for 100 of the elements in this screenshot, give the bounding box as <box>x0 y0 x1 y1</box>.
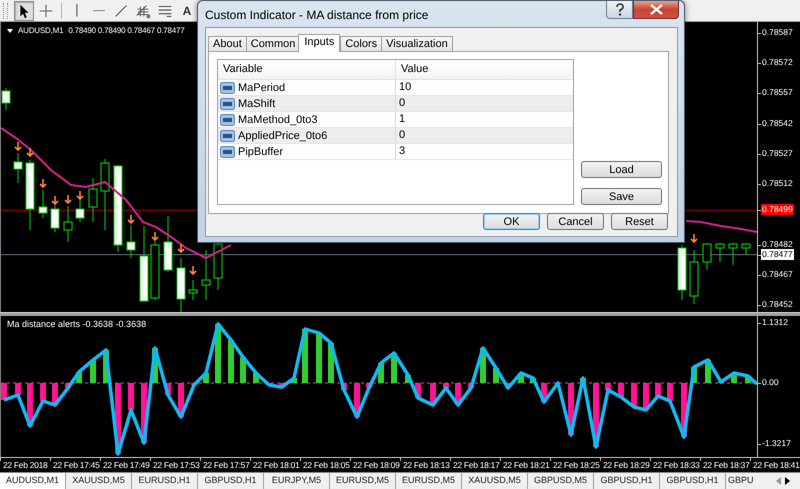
candlestick <box>100 158 110 230</box>
side-button[interactable]: Load <box>581 161 662 178</box>
price-label: 0.78467 <box>761 268 794 280</box>
candlestick <box>202 250 210 300</box>
symbol-tab[interactable]: EURJPY,M5 <box>264 473 330 489</box>
variable-name: PipBuffer <box>238 146 284 158</box>
close-button[interactable] <box>633 1 679 19</box>
symbol-tab[interactable]: EURUSD,M5 <box>330 473 396 489</box>
integer-type-icon <box>220 98 235 110</box>
ask-price-tag: 0.78499 <box>761 204 794 216</box>
bid-price-tag: 0.78477 <box>761 248 794 260</box>
toolbar-grip[interactable] <box>3 2 8 18</box>
candlestick <box>26 160 34 230</box>
down-arrow-icon <box>64 194 72 204</box>
dialog-button[interactable]: Reset <box>611 213 668 230</box>
candlestick <box>2 88 10 110</box>
time-label: 22 Feb 18:41 <box>753 460 800 470</box>
column-header[interactable]: Value <box>396 60 573 79</box>
dialog-button[interactable]: Cancel <box>547 213 604 230</box>
price-label: 0.78587 <box>761 27 794 38</box>
time-label: 22 Feb 18:09 <box>353 460 400 470</box>
variable-name: AppliedPrice_0to6 <box>238 130 328 142</box>
price-label: 0.78557 <box>761 87 794 98</box>
variable-value[interactable]: 0 <box>396 96 573 111</box>
dialog-tab[interactable]: Visualization <box>381 36 453 51</box>
symbol-tab[interactable]: EURUSD,M5 <box>396 473 462 489</box>
time-label: 22 Feb 18:21 <box>503 460 550 470</box>
indicator-axis-label: -1.3217 <box>762 438 791 449</box>
close-icon <box>650 4 662 15</box>
dialog-tab[interactable]: Common <box>246 36 300 51</box>
dialog-tab[interactable]: Colors <box>340 36 382 51</box>
indicator-title: Ma distance alerts -0.3638 -0.3638 <box>7 319 146 329</box>
ohlc-values: 0.78490 0.78490 0.78467 0.78477 <box>68 26 184 35</box>
cursor-tool-button[interactable] <box>14 0 34 20</box>
symbol-tab[interactable]: GBPUSD,M5 <box>528 473 594 489</box>
down-arrow-icon <box>189 265 197 276</box>
candlestick <box>188 280 198 300</box>
variable-name: MaMethod_0to3 <box>238 114 318 126</box>
integer-type-icon <box>220 114 235 126</box>
symbol-tab[interactable]: AUDUSD,M1 <box>0 473 66 489</box>
time-label: 22 Feb 18:29 <box>603 460 650 470</box>
column-header[interactable]: Variable <box>218 60 396 79</box>
symbol-tab[interactable]: GBPUSD,H1 <box>660 473 726 489</box>
price-label: 0.78542 <box>761 118 794 129</box>
candlestick <box>14 152 22 184</box>
time-label: 22 Feb 17:45 <box>53 460 100 470</box>
down-arrow-icon <box>26 147 34 158</box>
time-label: 22 Feb 17:53 <box>153 460 200 470</box>
help-icon <box>614 3 624 16</box>
candlestick <box>728 242 738 266</box>
indicator-axis-label: 0.00 <box>762 377 779 388</box>
down-arrow-icon <box>127 214 135 224</box>
indicator-axis-label: 1.1312 <box>762 317 788 328</box>
variable-value[interactable]: 1 <box>396 112 573 127</box>
candlestick <box>64 206 72 242</box>
symbol-tab[interactable]: GBPUSD,H1 <box>594 473 660 489</box>
symbol-tab[interactable]: XAUUSD,M5 <box>66 473 132 489</box>
symbol-tab[interactable]: GBPU <box>726 473 756 489</box>
dialog-title: Custom Indicator - MA distance from price <box>205 8 430 22</box>
down-arrow-icon <box>39 178 47 188</box>
time-label: 22 Feb 2018 <box>3 460 48 470</box>
symbol-tab[interactable]: EURUSD,H1 <box>132 473 198 489</box>
scroll-right-icon[interactable] <box>785 477 790 485</box>
candlestick <box>678 244 686 300</box>
time-label: 22 Feb 17:49 <box>103 460 150 470</box>
price-label: 0.78572 <box>761 57 794 68</box>
crosshair-icon <box>37 2 55 20</box>
time-label: 22 Feb 18:01 <box>253 460 300 470</box>
dropdown-triangle-icon[interactable] <box>7 28 13 32</box>
candlestick <box>214 242 222 290</box>
dialog-tab[interactable]: About <box>208 36 247 51</box>
dialog-button[interactable]: OK <box>483 213 540 230</box>
price-label: 0.78512 <box>761 178 794 190</box>
chart-symbol: AUDUSD,M1 <box>18 26 64 35</box>
price-label: 0.78527 <box>761 148 794 159</box>
candlestick <box>50 204 60 232</box>
integer-type-icon <box>220 130 235 142</box>
integer-type-icon <box>220 146 235 158</box>
down-arrow-icon <box>14 141 22 152</box>
horizontal-line-icon <box>92 10 106 12</box>
symbol-tab[interactable]: GBPUSD,H1 <box>198 473 264 489</box>
variable-value[interactable]: 0 <box>396 128 573 143</box>
help-button[interactable] <box>606 1 633 19</box>
candlestick <box>164 216 172 272</box>
time-label: 22 Feb 18:13 <box>403 460 450 470</box>
price-label: 0.78482 <box>761 238 794 250</box>
symbol-tab[interactable]: XAUUSD,M5 <box>462 473 528 489</box>
integer-type-icon <box>220 82 235 94</box>
time-label: 22 Feb 17:57 <box>203 460 250 470</box>
text-tool-button[interactable]: A <box>177 0 197 20</box>
candlestick <box>38 190 48 218</box>
down-arrow-icon <box>690 233 698 244</box>
variable-value[interactable]: 3 <box>396 144 573 159</box>
down-arrow-icon <box>51 195 59 206</box>
price-label: 0.78452 <box>761 298 794 310</box>
side-button[interactable]: Save <box>581 188 662 205</box>
dialog-tab[interactable]: Inputs <box>298 34 340 52</box>
variable-value[interactable]: 10 <box>396 80 573 95</box>
down-arrow-icon <box>151 231 159 242</box>
time-label: 22 Feb 18:17 <box>453 460 500 470</box>
